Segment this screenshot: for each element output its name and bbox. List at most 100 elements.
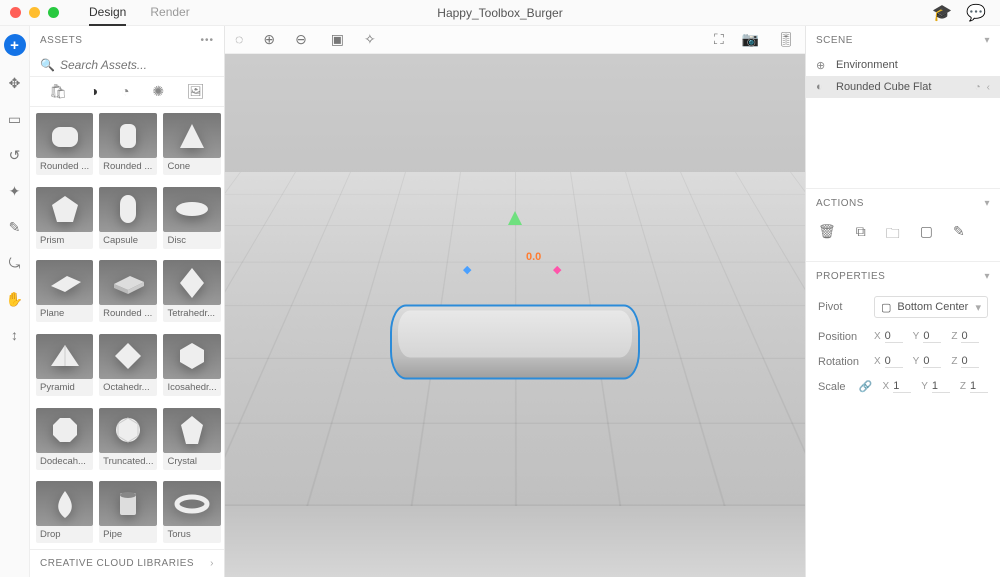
sub-selection-icon[interactable]: ⊖: [295, 31, 307, 48]
assettab-shapes-icon[interactable]: ◑: [90, 83, 98, 100]
learn-icon[interactable]: 🎓: [932, 3, 952, 23]
asset-item[interactable]: Pipe: [99, 481, 157, 549]
frame-icon[interactable]: ⛶: [714, 31, 724, 48]
scene-row-label: Rounded Cube Flat: [836, 81, 931, 93]
asset-label: Rounded ...: [99, 158, 157, 175]
assettab-lights-icon[interactable]: ✺: [152, 83, 164, 100]
asset-label: Rounded ...: [36, 158, 93, 175]
scene-row-object[interactable]: ◐ Rounded Cube Flat ◔ ‹: [806, 76, 1000, 98]
asset-label: Crystal: [163, 453, 220, 470]
chevron-down-icon[interactable]: ▾: [984, 271, 990, 282]
rotation-label: Rotation: [818, 356, 866, 368]
asset-label: Disc: [163, 232, 220, 249]
selected-object[interactable]: [390, 304, 640, 379]
pivot-select[interactable]: ▢ Bottom Center ▾: [874, 296, 988, 318]
eyedropper-tool[interactable]: ✎: [6, 218, 24, 236]
position-label: Position: [818, 331, 866, 343]
window-min[interactable]: [29, 7, 40, 18]
camera-icon[interactable]: 📷: [742, 31, 759, 48]
chevron-right-icon: ›: [210, 558, 214, 569]
asset-item[interactable]: Torus: [163, 481, 220, 549]
asset-label: Dodecah...: [36, 453, 93, 470]
assets-heading: ASSETS: [40, 35, 82, 46]
cc-libraries-label: CREATIVE CLOUD LIBRARIES: [40, 558, 194, 569]
tab-design[interactable]: Design: [89, 0, 126, 26]
scale-z-input[interactable]: 1: [970, 380, 988, 393]
delete-action-icon[interactable]: 🗑: [818, 223, 836, 247]
asset-item[interactable]: Truncated...: [99, 408, 157, 476]
render-settings-icon[interactable]: 🎚: [777, 31, 795, 48]
mesh-icon: ◐: [816, 81, 828, 93]
pan-tool[interactable]: ✋: [6, 290, 24, 308]
pos-x-input[interactable]: 0: [885, 330, 903, 343]
effects-icon[interactable]: ✧: [364, 31, 376, 48]
asset-item[interactable]: Disc: [163, 187, 220, 255]
rot-y-input[interactable]: 0: [923, 355, 941, 368]
search-input[interactable]: [60, 58, 214, 72]
viewport[interactable]: ◆ ◆ 0.0: [225, 54, 805, 577]
snap-icon[interactable]: ▣: [331, 31, 344, 48]
pos-z-input[interactable]: 0: [961, 330, 979, 343]
asset-item[interactable]: Rounded ...: [36, 113, 93, 181]
asset-item[interactable]: Drop: [36, 481, 93, 549]
orbit-tool[interactable]: ⤿: [6, 254, 24, 272]
marquee-select-icon[interactable]: ◌: [235, 31, 243, 48]
asset-item[interactable]: Pyramid: [36, 334, 93, 402]
scale-y-input[interactable]: 1: [932, 380, 950, 393]
replace-action-icon[interactable]: ▢: [920, 223, 933, 247]
asset-label: Rounded ...: [99, 305, 157, 322]
tab-render[interactable]: Render: [150, 0, 189, 26]
assets-more-button[interactable]: •••: [200, 35, 214, 46]
asset-item[interactable]: Rounded ...: [99, 260, 157, 328]
duplicate-action-icon[interactable]: ⧉: [856, 223, 866, 247]
group-action-icon[interactable]: 🗀: [886, 223, 900, 247]
asset-label: Cone: [163, 158, 220, 175]
rot-x-input[interactable]: 0: [885, 355, 903, 368]
asset-item[interactable]: Plane: [36, 260, 93, 328]
scene-row-environment[interactable]: ⊕ Environment: [806, 54, 1000, 76]
asset-label: Prism: [36, 232, 93, 249]
row-chevron-icon[interactable]: ‹: [987, 82, 990, 93]
asset-item[interactable]: Cone: [163, 113, 220, 181]
asset-item[interactable]: Tetrahedr...: [163, 260, 220, 328]
asset-label: Tetrahedr...: [163, 305, 220, 322]
magic-tool[interactable]: ✦: [6, 182, 24, 200]
asset-label: Octahedr...: [99, 379, 157, 396]
chevron-down-icon[interactable]: ▾: [984, 198, 990, 209]
asset-item[interactable]: Prism: [36, 187, 93, 255]
asset-item[interactable]: Dodecah...: [36, 408, 93, 476]
assettab-images-icon[interactable]: 🖼: [187, 83, 205, 100]
window-close[interactable]: [10, 7, 21, 18]
scale-lock-icon[interactable]: 🔗: [859, 380, 873, 393]
asset-label: Pipe: [99, 526, 157, 543]
asset-label: Capsule: [99, 232, 157, 249]
asset-grid: Rounded ... Rounded ... Cone Prism Capsu…: [30, 107, 224, 549]
asset-label: Icosahedr...: [163, 379, 220, 396]
feedback-icon[interactable]: 💬: [966, 3, 986, 23]
dolly-tool[interactable]: ↕: [6, 326, 24, 344]
visibility-icon[interactable]: ◔: [975, 82, 981, 93]
undo-tool[interactable]: ↺: [6, 146, 24, 164]
assettab-models-icon[interactable]: 🛍: [49, 83, 67, 100]
assettab-materials-icon[interactable]: ◔: [121, 83, 129, 100]
asset-item[interactable]: Icosahedr...: [163, 334, 220, 402]
select-tool[interactable]: ✥: [6, 74, 24, 92]
asset-item[interactable]: Crystal: [163, 408, 220, 476]
add-selection-icon[interactable]: ⊕: [263, 31, 275, 48]
add-tool[interactable]: +: [4, 34, 26, 56]
asset-label: Truncated...: [99, 453, 157, 470]
crop-tool[interactable]: ▭: [6, 110, 24, 128]
asset-item[interactable]: Capsule: [99, 187, 157, 255]
environment-icon: ⊕: [816, 59, 828, 72]
cc-libraries-toggle[interactable]: CREATIVE CLOUD LIBRARIES ›: [30, 549, 224, 577]
asset-item[interactable]: Octahedr...: [99, 334, 157, 402]
sample-action-icon[interactable]: ✎: [953, 223, 965, 247]
asset-item[interactable]: Rounded ...: [99, 113, 157, 181]
scale-x-input[interactable]: 1: [893, 380, 911, 393]
pos-y-input[interactable]: 0: [923, 330, 941, 343]
window-max[interactable]: [48, 7, 59, 18]
pivot-value: Bottom Center: [897, 301, 968, 313]
rot-z-input[interactable]: 0: [961, 355, 979, 368]
chevron-down-icon[interactable]: ▾: [984, 35, 990, 46]
pivot-icon: ▢: [881, 301, 891, 314]
